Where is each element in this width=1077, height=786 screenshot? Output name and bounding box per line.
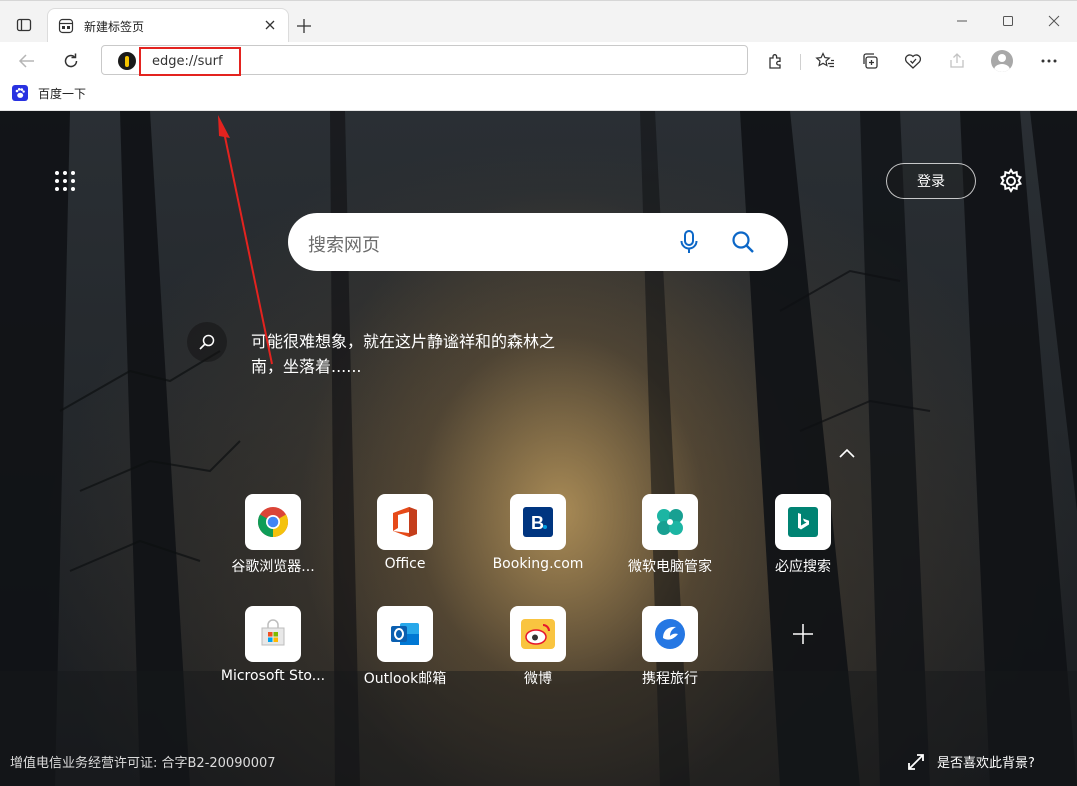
close-tab-icon[interactable] xyxy=(262,17,278,33)
quick-link-label: 携程旅行 xyxy=(642,671,698,687)
new-tab-page-icon xyxy=(58,18,74,34)
more-icon xyxy=(1041,59,1057,63)
quick-link-label: Office xyxy=(384,556,426,572)
apps-launcher-button[interactable] xyxy=(53,169,77,193)
expand-icon xyxy=(908,753,924,770)
quick-link-tile[interactable]: 谷歌浏览器... xyxy=(218,494,328,592)
chrome-icon xyxy=(245,494,301,550)
quick-link-label: 微软电脑管家 xyxy=(628,559,712,575)
refresh-icon xyxy=(64,53,78,68)
office-icon xyxy=(377,494,433,550)
quick-link-label: Booking.com xyxy=(492,556,584,572)
microphone-icon xyxy=(680,230,698,253)
quick-link-label: Outlook邮箱 xyxy=(363,671,447,687)
extensions-button[interactable] xyxy=(763,49,789,73)
quick-link-tile[interactable]: 携程旅行 xyxy=(615,606,725,704)
tab-actions-icon[interactable] xyxy=(10,13,38,37)
quick-link-label: 微博 xyxy=(524,671,552,687)
back-arrow-icon xyxy=(18,54,34,68)
tab-title: 新建标签页 xyxy=(84,20,145,34)
quick-link-tile[interactable]: Outlook邮箱 xyxy=(350,606,460,704)
search-icon xyxy=(732,231,754,253)
minimize-icon xyxy=(957,20,967,22)
collapse-quick-links-button[interactable] xyxy=(836,443,858,465)
tab-new-tab[interactable]: 新建标签页 xyxy=(47,8,289,43)
search-placeholder: 搜索网页 xyxy=(308,235,380,256)
search-submit-button[interactable] xyxy=(730,229,756,255)
address-bar[interactable]: edge://surf xyxy=(101,45,748,76)
svg-text:B: B xyxy=(531,513,544,533)
gear-icon xyxy=(1000,168,1022,193)
grid-dots-icon xyxy=(55,171,75,191)
collections-button[interactable] xyxy=(857,49,883,73)
explore-image-button[interactable] xyxy=(187,322,227,362)
new-tab-button[interactable] xyxy=(292,15,316,37)
site-info-icon[interactable] xyxy=(118,52,136,70)
refresh-button[interactable] xyxy=(58,49,84,73)
url-text[interactable]: edge://surf xyxy=(152,54,223,69)
license-text[interactable]: 增值电信业务经营许可证: 合字B2-20090007 xyxy=(10,752,276,771)
quick-link-label: 必应搜索 xyxy=(775,559,831,575)
toolbar: edge://surf xyxy=(0,42,1077,80)
star-list-icon xyxy=(815,52,834,68)
close-window-button[interactable] xyxy=(1042,11,1066,31)
outlook-icon xyxy=(377,606,433,662)
plus-icon xyxy=(297,19,311,33)
page-settings-button[interactable] xyxy=(997,167,1025,195)
voice-search-button[interactable] xyxy=(676,229,702,255)
profile-avatar[interactable] xyxy=(991,50,1013,72)
favorites-bar: 百度一下 xyxy=(0,80,1077,111)
background-feedback-label: 是否喜欢此背景? xyxy=(937,756,1035,771)
new-tab-page: 登录 搜索网页 可能很难想象，就在这片静谧祥和的森林之南，坐落着...... 谷… xyxy=(0,111,1077,786)
close-icon xyxy=(1048,15,1060,27)
signin-button[interactable]: 登录 xyxy=(886,163,976,199)
ctrip-icon xyxy=(642,606,698,662)
quick-link-tile[interactable]: 微软电脑管家 xyxy=(615,494,725,592)
weibo-icon xyxy=(510,606,566,662)
share-icon xyxy=(950,53,964,68)
background-feedback[interactable]: 是否喜欢此背景? xyxy=(907,752,1035,771)
tab-strip: 新建标签页 xyxy=(0,0,1077,43)
quick-link-label: 谷歌浏览器... xyxy=(231,559,315,575)
background-story-text[interactable]: 可能很难想象，就在这片静谧祥和的森林之南，坐落着...... xyxy=(251,329,581,379)
search-icon xyxy=(199,334,215,350)
quick-link-tile[interactable]: B Booking.com xyxy=(483,494,593,592)
more-options-button[interactable] xyxy=(1036,49,1062,73)
plus-icon xyxy=(793,624,813,644)
url-highlight-box: edge://surf xyxy=(139,47,241,76)
bookmark-label: 百度一下 xyxy=(38,86,87,101)
toolbar-separator xyxy=(800,54,801,70)
chevron-up-icon xyxy=(839,448,855,458)
store-icon xyxy=(245,606,301,662)
favorites-button[interactable] xyxy=(812,49,838,73)
web-search-box[interactable]: 搜索网页 xyxy=(288,213,788,271)
collections-icon xyxy=(863,53,878,69)
puzzle-icon xyxy=(769,54,781,69)
bookmark-item[interactable]: 百度一下 xyxy=(12,83,86,103)
quick-link-tile[interactable]: Microsoft Sto... xyxy=(218,606,328,704)
booking-icon: B xyxy=(510,494,566,550)
quick-link-tile[interactable]: 必应搜索 xyxy=(748,494,858,592)
quick-link-label: Microsoft Sto... xyxy=(220,668,326,684)
bing-icon xyxy=(775,494,831,550)
heart-shield-icon xyxy=(904,54,922,69)
pc-manager-icon xyxy=(642,494,698,550)
maximize-icon xyxy=(1003,16,1013,26)
minimize-button[interactable] xyxy=(950,11,974,31)
quick-link-tile[interactable]: Office xyxy=(350,494,460,592)
back-button[interactable] xyxy=(14,49,40,73)
share-button[interactable] xyxy=(944,49,970,73)
browser-essentials-button[interactable] xyxy=(900,49,926,73)
add-quick-link-button[interactable] xyxy=(775,606,831,662)
maximize-button[interactable] xyxy=(996,11,1020,31)
baidu-paw-icon xyxy=(12,85,28,101)
quick-link-tile[interactable]: 微博 xyxy=(483,606,593,704)
